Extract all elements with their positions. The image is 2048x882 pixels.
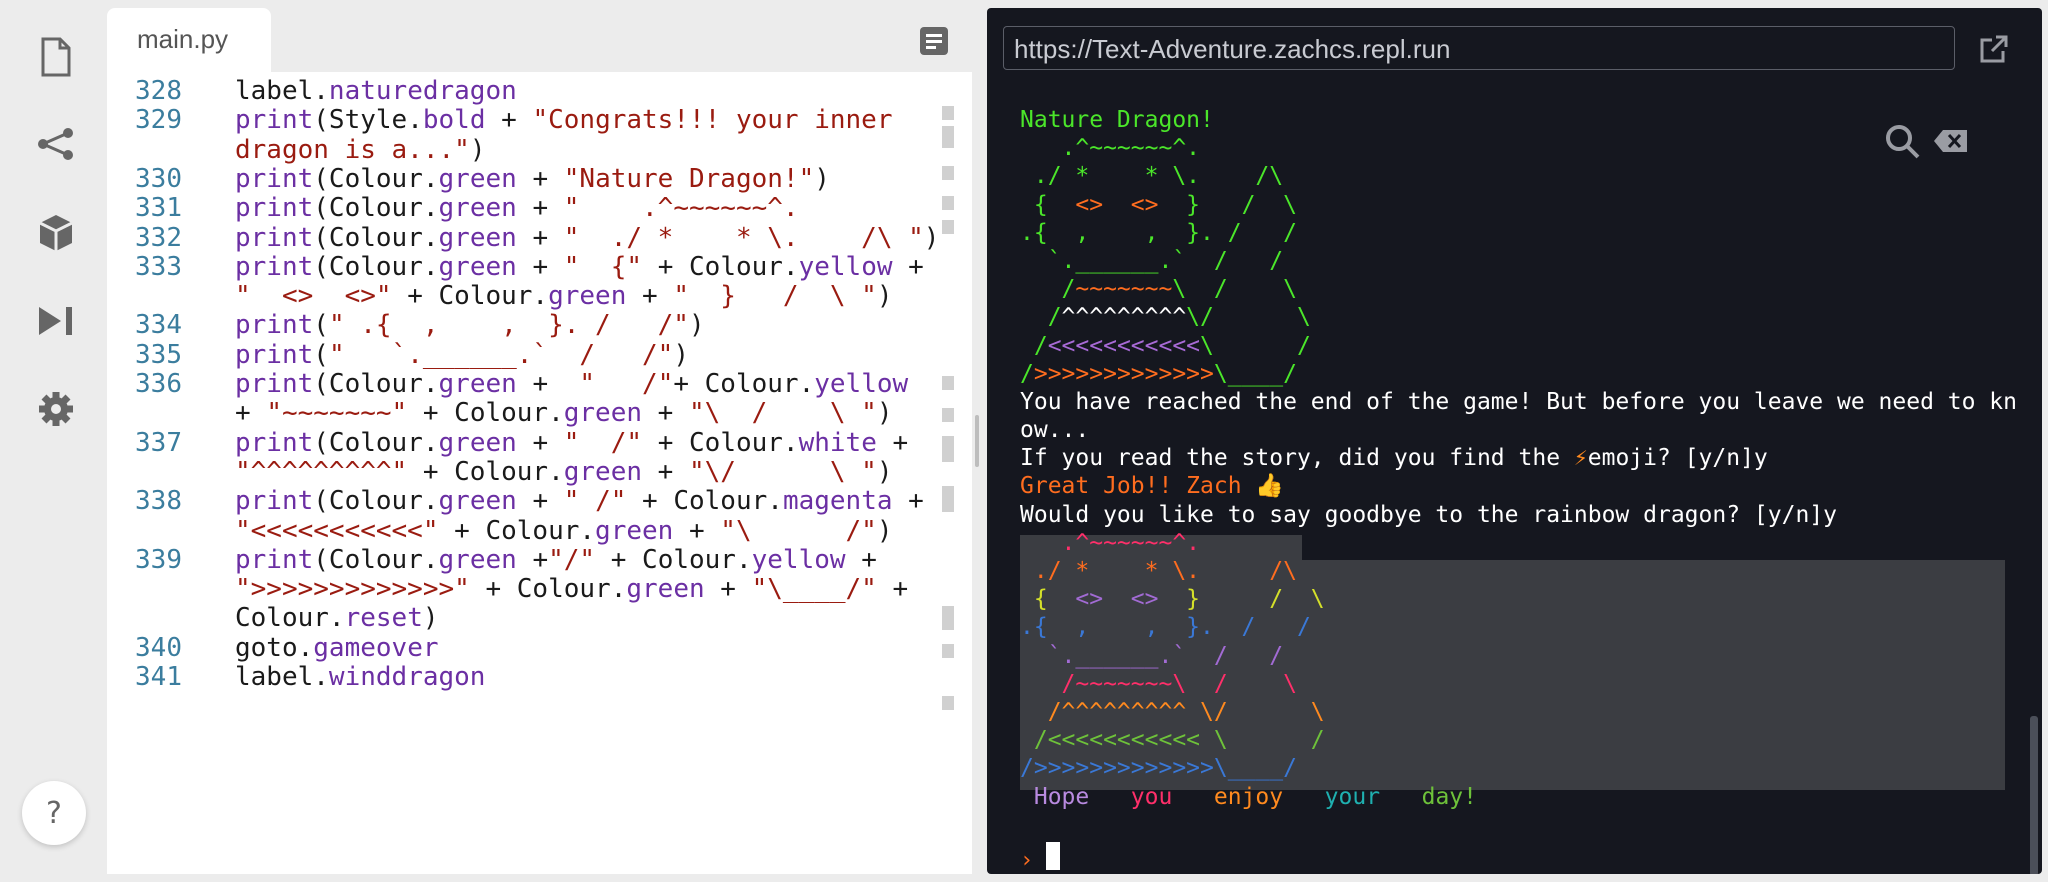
line-number: 329 — [135, 105, 182, 136]
line-number: 333 — [135, 251, 182, 282]
files-icon[interactable] — [33, 34, 79, 80]
terminal-line: .^~~~~~~^. — [1020, 135, 1201, 162]
format-icon[interactable] — [919, 26, 953, 60]
help-label: ? — [46, 795, 62, 831]
editor-tab-bar: main.py — [107, 8, 972, 80]
terminal-line: /<<<<<<<<<<<\ / — [1020, 332, 1311, 359]
terminal-line: `.______.` / / — [1020, 642, 1284, 669]
terminal-line: />>>>>>>>>>>>>\____/ — [1020, 360, 1297, 387]
sidebar: ? — [0, 0, 107, 882]
terminal-line: /^^^^^^^^^\/ \ — [1020, 304, 1311, 331]
terminal-line: Hope you enjoy your day! — [1020, 783, 1477, 810]
terminal-line: .^~~~~~~^. — [1020, 529, 1201, 556]
terminal-output[interactable]: Nature Dragon! .^~~~~~~^. ./ * * \. /\ {… — [1020, 106, 2017, 811]
terminal-line: /^^^^^^^^^ \/ \ — [1020, 698, 1325, 725]
terminal-line: /<<<<<<<<<<< \ / — [1020, 727, 1325, 754]
terminal-line: { <> <> } / \ — [1020, 586, 1325, 613]
pane-resizer[interactable] — [975, 415, 979, 467]
terminal-line: /~~~~~~~\ / \ — [1020, 670, 1297, 697]
terminal-line: .{ , , }. / / — [1020, 219, 1297, 246]
terminal-line: Would you like to say goodbye to the rai… — [1020, 501, 1837, 528]
settings-icon[interactable] — [33, 386, 79, 432]
packages-icon[interactable] — [33, 210, 79, 256]
open-external-icon[interactable] — [1979, 34, 2011, 66]
line-number: 339 — [135, 544, 182, 575]
editor-scrollbar[interactable] — [936, 96, 954, 874]
url-bar[interactable]: https://Text-Adventure.zachcs.repl.run — [1003, 26, 1955, 70]
line-number: 337 — [135, 427, 182, 458]
code-editor: main.py 328 label.naturedragon 329 print(St… — [107, 8, 972, 874]
share-icon[interactable] — [33, 121, 79, 167]
terminal-line: Nature Dragon! — [1020, 107, 1214, 133]
terminal-cursor[interactable] — [1046, 842, 1060, 870]
terminal-scrollbar[interactable] — [2030, 716, 2038, 874]
terminal-line: .{ , , }. / / — [1020, 614, 1311, 641]
code-text: label.winddragon — [235, 662, 486, 692]
terminal-line: /~~~~~~~\ / \ — [1020, 276, 1297, 303]
line-number: 336 — [135, 369, 182, 399]
terminal-line: ./ * * \. /\ — [1020, 163, 1284, 190]
help-button[interactable]: ? — [22, 781, 86, 845]
terminal-line: If you read the story, did you find the … — [1020, 445, 1768, 472]
prompt-icon: › — [1020, 848, 1034, 873]
terminal-line: ./ * * \. /\ — [1020, 558, 1297, 584]
terminal-line: { <> <> } / \ — [1020, 191, 1297, 218]
run-icon[interactable] — [33, 298, 79, 344]
tab-main-py[interactable]: main.py — [107, 8, 271, 80]
terminal-line: Great Job!! Zach 👍 — [1020, 473, 1285, 500]
webview-pane: https://Text-Adventure.zachcs.repl.run N… — [987, 8, 2042, 874]
line-number: 338 — [135, 486, 182, 517]
line-number: 341 — [135, 662, 182, 692]
code-area[interactable]: 328 label.naturedragon 329 print(Style.bold… — [107, 72, 937, 874]
terminal-line: You have reached the end of the game! Bu… — [1020, 388, 2017, 415]
terminal-line: `.______.` / / — [1020, 247, 1284, 274]
tab-label: main.py — [137, 24, 229, 54]
terminal-line: ow... — [1020, 417, 1090, 444]
terminal-line: />>>>>>>>>>>>>\____/ — [1020, 755, 1297, 782]
